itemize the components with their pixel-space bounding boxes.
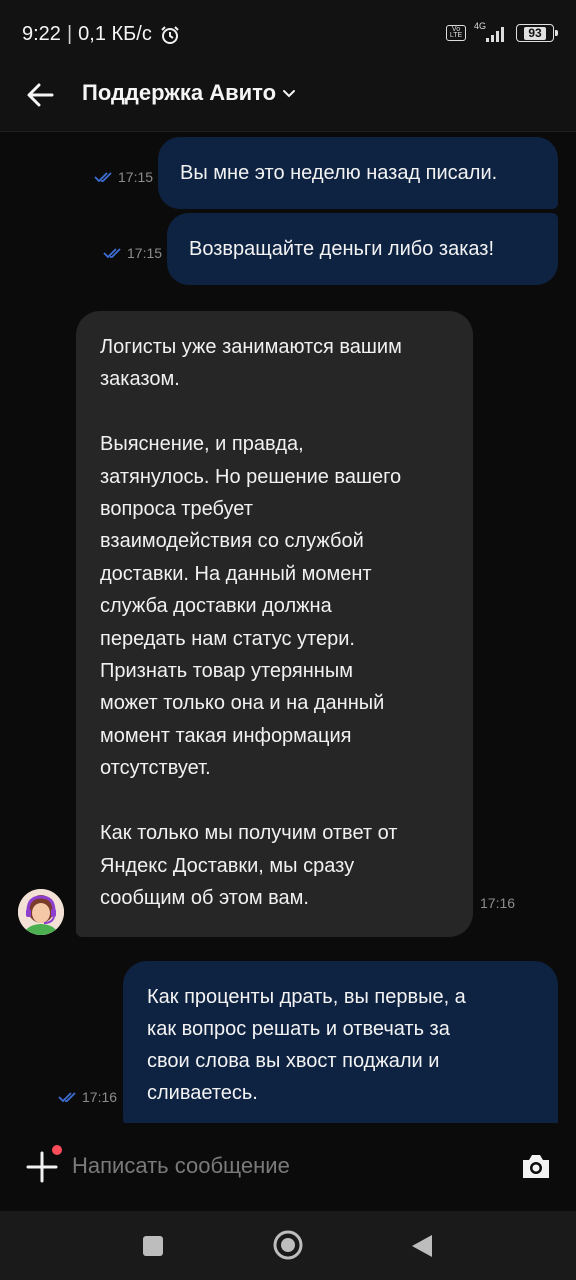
double-check-icon <box>58 1092 76 1103</box>
message-text: Вы мне это неделю назад писали. <box>180 162 498 184</box>
message-meta: 17:16 <box>58 1089 117 1105</box>
chat-screen: 9:22 | 0,1 КБ/с Vo LTE 4G 93 Поддержка А… <box>0 0 576 1280</box>
message-list[interactable]: 17:15 Вы мне это неделю назад писали. 17… <box>0 133 576 1123</box>
message-text: Логисты уже занимаются вашим заказом. Вы… <box>100 336 402 909</box>
chat-title-text: Поддержка Авито <box>82 80 277 105</box>
battery-level: 93 <box>524 26 546 40</box>
message-text: Возвращайте деньги либо заказ! <box>189 238 495 260</box>
status-left: 9:22 | 0,1 КБ/с <box>22 23 180 46</box>
message-composer <box>0 1123 576 1211</box>
message-text: Как проценты драть, вы первые, а как воп… <box>147 986 466 1104</box>
back-arrow-icon[interactable] <box>22 78 58 112</box>
chat-header: Поддержка Авито <box>0 56 576 132</box>
message-bubble-outgoing[interactable]: Возвращайте деньги либо заказ! <box>167 213 558 285</box>
message-time: 17:16 <box>480 895 516 911</box>
message-input[interactable] <box>72 1143 492 1189</box>
status-right: Vo LTE 4G 93 <box>446 21 558 42</box>
status-separator: | <box>66 23 73 45</box>
network-type: 4G <box>474 21 487 31</box>
status-speed: 0,1 КБ/с <box>78 23 152 45</box>
system-nav-bar <box>0 1211 576 1280</box>
home-icon[interactable] <box>272 1229 304 1261</box>
chat-title[interactable]: Поддержка Авито <box>82 80 296 106</box>
battery-icon: 93 <box>516 24 558 42</box>
support-avatar[interactable] <box>18 889 64 935</box>
volte-icon: Vo LTE <box>446 25 466 41</box>
signal-icon: 4G <box>474 21 508 42</box>
camera-icon[interactable] <box>520 1151 552 1181</box>
status-time: 9:22 <box>22 23 61 45</box>
message-meta: 17:16 <box>480 895 515 911</box>
message-time: 17:16 <box>82 1089 118 1105</box>
support-agent-icon <box>18 889 64 935</box>
status-bar: 9:22 | 0,1 КБ/с Vo LTE 4G 93 <box>0 0 576 56</box>
double-check-icon <box>103 248 121 259</box>
message-meta: 17:15 <box>94 169 153 185</box>
back-icon[interactable] <box>410 1233 434 1259</box>
chevron-down-icon <box>283 90 296 98</box>
message-bubble-outgoing[interactable]: Как проценты драть, вы первые, а как воп… <box>123 961 558 1123</box>
alarm-icon <box>161 25 179 44</box>
message-meta: 17:15 <box>103 245 162 261</box>
message-bubble-incoming[interactable]: Логисты уже занимаются вашим заказом. Вы… <box>76 311 473 937</box>
double-check-icon <box>94 172 112 183</box>
recent-apps-icon[interactable] <box>142 1235 164 1257</box>
message-time: 17:15 <box>118 169 154 185</box>
message-time: 17:15 <box>127 245 163 261</box>
notification-dot <box>52 1145 62 1155</box>
message-bubble-outgoing[interactable]: Вы мне это неделю назад писали. <box>158 137 558 209</box>
